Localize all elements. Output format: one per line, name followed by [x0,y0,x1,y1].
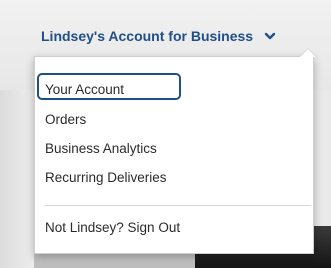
sign-out-link[interactable]: Not Lindsey? Sign Out [45,220,180,235]
menu-item-your-account[interactable]: Your Account [45,82,124,97]
menu-item-business-analytics[interactable]: Business Analytics [45,141,157,156]
account-dropdown-menu: Your Account Orders Business Analytics R… [34,48,317,254]
account-title: Lindsey's Account for Business [41,28,254,44]
account-menu-toggle[interactable]: Lindsey's Account for Business [41,24,276,48]
menu-item-recurring-deliveries[interactable]: Recurring Deliveries [45,170,167,185]
menu-divider [45,205,311,206]
dropdown-caret [299,48,317,57]
chevron-down-icon [264,29,276,41]
menu-item-orders[interactable]: Orders [45,112,86,127]
page-background-left [0,90,34,268]
